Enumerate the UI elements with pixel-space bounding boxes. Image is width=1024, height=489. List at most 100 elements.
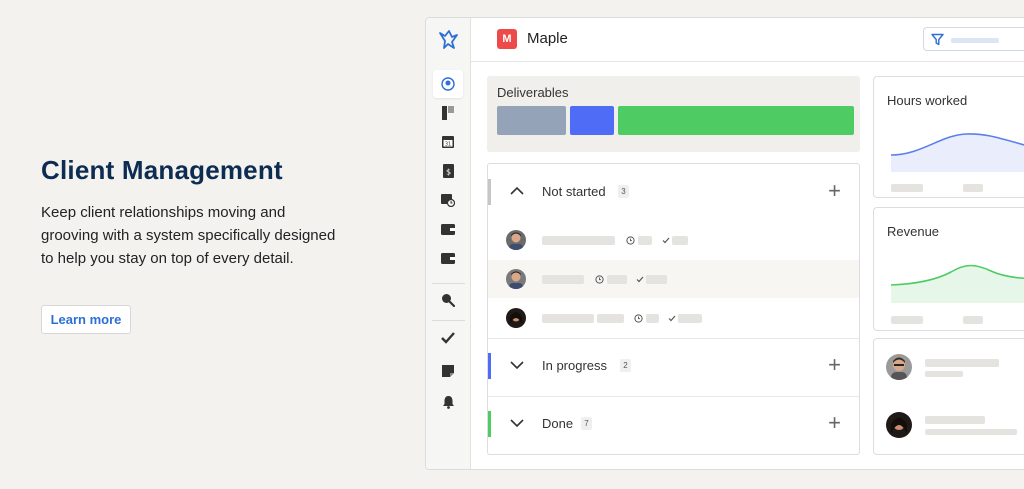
app-topbar: M Maple (471, 18, 1024, 62)
add-task-button[interactable]: + (828, 354, 841, 376)
task-time-placeholder (607, 275, 627, 284)
contact-detail-placeholder (925, 429, 1017, 435)
wallet-icon (441, 223, 455, 235)
task-title-placeholder (542, 275, 584, 284)
app-preview-window: 31 $ M Maple Deliverables Not started 3 … (425, 17, 1024, 470)
group-color-bar (488, 179, 491, 205)
group-divider (488, 396, 859, 397)
client-avatar: M (497, 29, 517, 49)
check-icon (636, 276, 644, 283)
app-sidebar: 31 $ (426, 18, 471, 469)
revenue-chart (891, 264, 1024, 303)
group-count-badge: 7 (581, 417, 592, 430)
contact-detail-placeholder (925, 371, 963, 377)
clock-icon (634, 314, 643, 323)
task-title-placeholder (542, 236, 615, 245)
invoice-icon: $ (442, 164, 454, 178)
sidebar-item-invoices[interactable]: $ (437, 160, 459, 182)
task-title-placeholder (597, 314, 624, 323)
task-time-placeholder (646, 314, 659, 323)
learn-more-button[interactable]: Learn more (41, 305, 131, 334)
task-time-placeholder (638, 236, 652, 245)
clock-icon (626, 236, 635, 245)
sidebar-item-notifications[interactable] (437, 391, 459, 413)
add-task-button[interactable]: + (828, 412, 841, 434)
sidebar-item-tasks[interactable] (437, 327, 459, 349)
wallet-icon (441, 252, 455, 264)
card-title: Revenue (887, 224, 940, 239)
revenue-card[interactable]: Revenue (873, 207, 1024, 331)
svg-text:31: 31 (445, 142, 451, 148)
contact-name-placeholder (925, 359, 999, 367)
group-count-badge: 3 (618, 185, 629, 198)
task-row[interactable] (488, 260, 859, 298)
contacts-card (873, 338, 1024, 455)
checkmark-icon (441, 332, 455, 344)
task-row[interactable] (488, 221, 859, 259)
hours-worked-card[interactable]: Hours worked (873, 76, 1024, 198)
task-title-placeholder (542, 314, 594, 323)
task-list: Not started 3 + In progress 2 + Done 7 + (487, 163, 860, 455)
avatar (506, 269, 526, 289)
group-color-bar (488, 353, 491, 379)
axis-label-placeholder (891, 184, 923, 192)
avatar (506, 230, 526, 250)
sidebar-item-search[interactable] (437, 289, 459, 311)
chevron-down-icon[interactable] (510, 419, 524, 428)
deliverables-segment-done[interactable] (618, 106, 854, 135)
add-task-button[interactable]: + (828, 180, 841, 202)
task-group-in-progress[interactable]: In progress 2 + (488, 345, 859, 389)
task-group-not-started[interactable]: Not started 3 + (488, 171, 859, 215)
section-title: Client Management (41, 155, 283, 185)
group-divider (488, 338, 859, 339)
chevron-up-icon[interactable] (510, 186, 524, 195)
check-icon (668, 315, 676, 322)
task-row[interactable] (488, 299, 859, 337)
sidebar-item-notes[interactable] (437, 360, 459, 382)
deliverables-title: Deliverables (497, 85, 569, 100)
bell-icon (442, 396, 454, 409)
group-label: Not started (542, 184, 606, 199)
task-check-placeholder (678, 314, 702, 323)
sidebar-divider (432, 283, 465, 284)
note-icon (442, 365, 454, 377)
check-icon (662, 237, 670, 244)
hours-chart (891, 133, 1024, 172)
axis-label-placeholder (963, 316, 983, 324)
svg-text:$: $ (445, 168, 450, 177)
sidebar-item-calendar[interactable]: 31 (437, 131, 459, 153)
chevron-down-icon[interactable] (510, 361, 524, 370)
contact-name-placeholder (925, 416, 985, 424)
sidebar-item-time[interactable] (437, 189, 459, 211)
timesheet-icon (441, 193, 455, 207)
group-label: In progress (542, 358, 608, 373)
task-check-placeholder (646, 275, 667, 284)
filter-icon (931, 33, 944, 46)
avatar (886, 354, 912, 380)
group-label: Done (542, 416, 574, 431)
card-title: Hours worked (887, 93, 968, 108)
sidebar-item-wallet[interactable] (437, 218, 459, 240)
calendar-icon: 31 (442, 136, 454, 148)
board-icon (442, 106, 454, 120)
group-count-badge: 2 (620, 359, 631, 372)
section-description: Keep client relationships moving and gro… (41, 204, 336, 267)
clock-icon (595, 275, 604, 284)
deliverables-panel: Deliverables (487, 76, 860, 152)
search-icon (442, 294, 455, 307)
task-group-done[interactable]: Done 7 + (488, 403, 859, 447)
deliverables-segment-not-started[interactable] (497, 106, 566, 135)
app-logo-icon (439, 30, 458, 49)
sidebar-item-profile[interactable] (433, 70, 463, 98)
avatar (886, 412, 912, 438)
deliverables-segment-in-progress[interactable] (570, 106, 614, 135)
sidebar-item-expenses[interactable] (437, 247, 459, 269)
sidebar-item-board[interactable] (437, 102, 459, 124)
user-circle-icon (441, 77, 455, 91)
filter-input[interactable] (923, 27, 1024, 51)
avatar (506, 308, 526, 328)
task-check-placeholder (672, 236, 688, 245)
group-color-bar (488, 411, 491, 437)
sidebar-divider (432, 320, 465, 321)
axis-label-placeholder (963, 184, 983, 192)
